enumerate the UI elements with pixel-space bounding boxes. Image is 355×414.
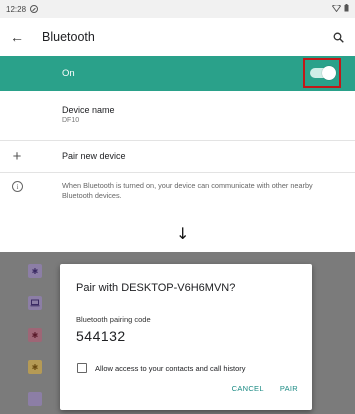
page-title: Bluetooth [42, 30, 95, 44]
wifi-icon [331, 3, 342, 14]
dialog-title: Pair with DESKTOP-V6H6MVN? [76, 282, 236, 294]
status-time: 12:28 [6, 4, 27, 14]
contacts-access-checkbox[interactable] [77, 363, 87, 373]
contacts-access-row[interactable]: Allow access to your contacts and call h… [77, 363, 245, 373]
bluetooth-on-bar[interactable]: On [0, 56, 355, 91]
info-text: When Bluetooth is turned on, your device… [62, 181, 313, 200]
device-name-row[interactable]: Device name DF10 [0, 100, 355, 140]
divider [0, 172, 355, 173]
bluetooth-icon: ✱ [28, 360, 42, 374]
device-icon [28, 392, 42, 406]
bluetooth-icon: ✱ [28, 264, 42, 278]
bluetooth-toggle[interactable] [310, 66, 336, 80]
device-name-title: Device name [62, 105, 115, 115]
info-row: i When Bluetooth is turned on, your devi… [0, 178, 355, 208]
bluetooth-settings-screen: 12:28 ← Bluetooth On Device name DF10 + … [0, 0, 355, 215]
pairing-screen: ✱ ✱ ✱ Pair with DESKTOP-V6H6MVN? Bluetoo… [0, 252, 355, 414]
back-arrow-icon[interactable]: ← [10, 29, 40, 45]
info-icon: i [12, 181, 23, 192]
toggle-knob [322, 66, 336, 80]
pair-button[interactable]: PAIR [280, 384, 298, 393]
status-bar: 12:28 [0, 0, 355, 18]
cancel-button[interactable]: CANCEL [232, 384, 264, 393]
contacts-access-label: Allow access to your contacts and call h… [95, 363, 246, 373]
app-bar: ← Bluetooth [0, 18, 355, 56]
pair-new-device-row[interactable]: + Pair new device [0, 145, 355, 167]
bluetooth-on-label: On [62, 68, 75, 79]
pair-new-device-label: Pair new device [62, 151, 126, 161]
divider [0, 140, 355, 141]
toggle-highlight [303, 58, 341, 88]
dialog-actions: CANCEL PAIR [232, 384, 298, 393]
plus-icon: + [12, 147, 22, 165]
dnd-icon [30, 5, 39, 13]
device-name-value: DF10 [62, 117, 80, 124]
pairing-code: 544132 [76, 328, 126, 344]
battery-icon [344, 4, 349, 14]
pair-dialog: Pair with DESKTOP-V6H6MVN? Bluetooth pai… [60, 264, 312, 410]
laptop-icon [28, 296, 42, 310]
bluetooth-icon: ✱ [28, 328, 42, 342]
down-arrow-icon: ↓ [176, 224, 190, 243]
pairing-code-label: Bluetooth pairing code [76, 315, 151, 324]
search-icon[interactable] [331, 30, 345, 44]
